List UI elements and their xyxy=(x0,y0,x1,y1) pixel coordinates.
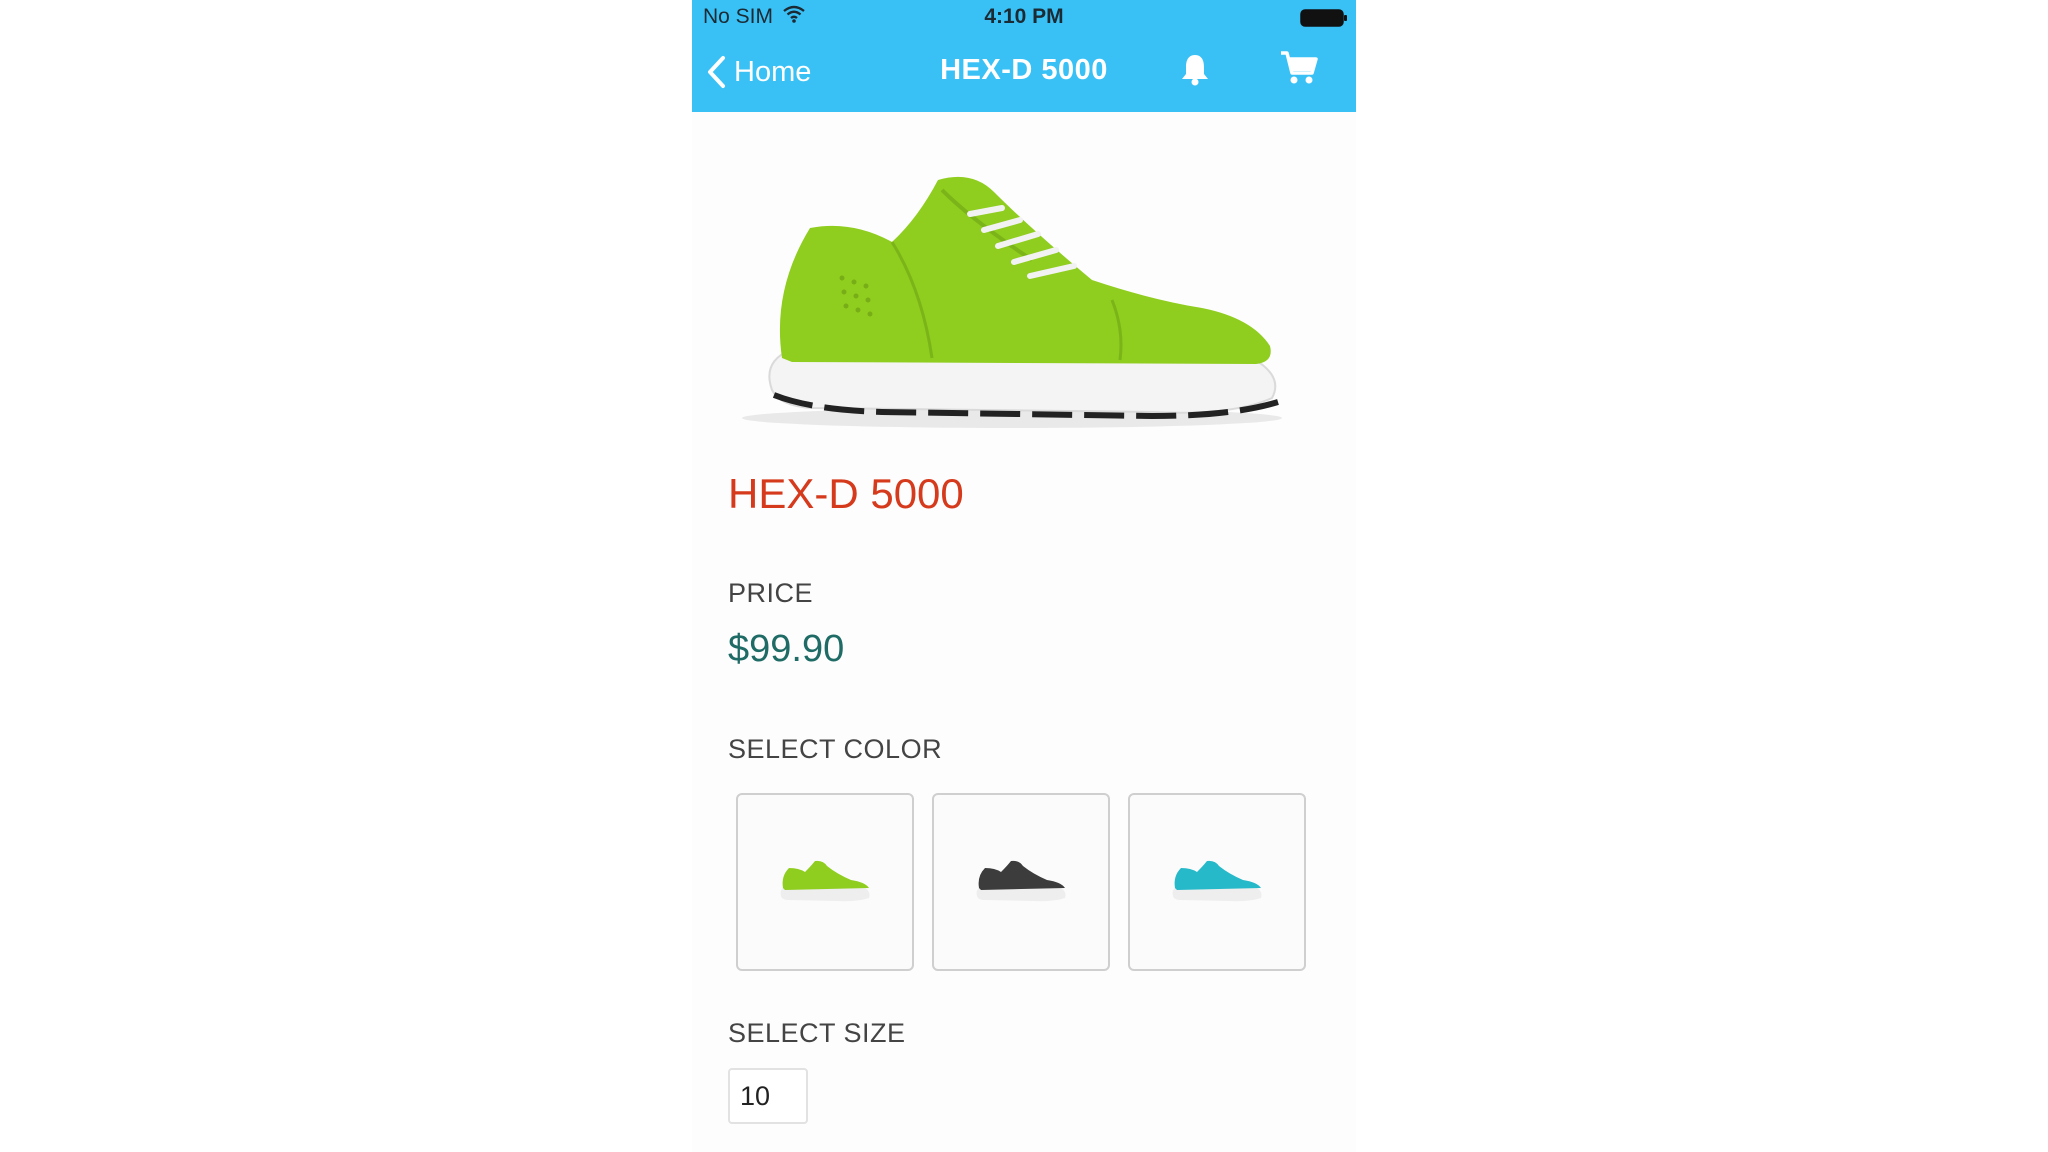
color-option-turquoise[interactable] xyxy=(1128,793,1306,971)
lime-shoe-thumbnail xyxy=(780,860,870,902)
bell-icon[interactable] xyxy=(1180,52,1210,91)
top-bar: No SIM 4:10 PM Home HEX-D 5000 xyxy=(692,0,1356,112)
color-option-charcoal[interactable] xyxy=(932,793,1110,971)
battery-icon xyxy=(1300,9,1348,33)
status-bar: No SIM 4:10 PM xyxy=(692,0,1356,34)
product-image xyxy=(732,150,1292,445)
charcoal-shoe-thumbnail xyxy=(976,860,1066,902)
price-label: PRICE xyxy=(728,578,814,608)
nav-bar: Home HEX-D 5000 xyxy=(692,34,1356,112)
turquoise-shoe-thumbnail xyxy=(1172,860,1262,902)
color-option-lime-green[interactable] xyxy=(736,793,914,971)
clock-label: 4:10 PM xyxy=(984,5,1064,28)
phone-screen: No SIM 4:10 PM Home HEX-D 5000 HEX-D 500… xyxy=(692,0,1356,1152)
product-name: HEX-D 5000 xyxy=(728,470,964,517)
page-title: HEX-D 5000 xyxy=(940,54,1108,86)
price-value: $99.90 xyxy=(728,628,845,670)
cart-icon[interactable] xyxy=(1280,50,1318,91)
select-size-label: SELECT SIZE xyxy=(728,1018,906,1048)
select-color-label: SELECT COLOR xyxy=(728,734,943,764)
size-input[interactable]: 10 xyxy=(728,1068,808,1124)
